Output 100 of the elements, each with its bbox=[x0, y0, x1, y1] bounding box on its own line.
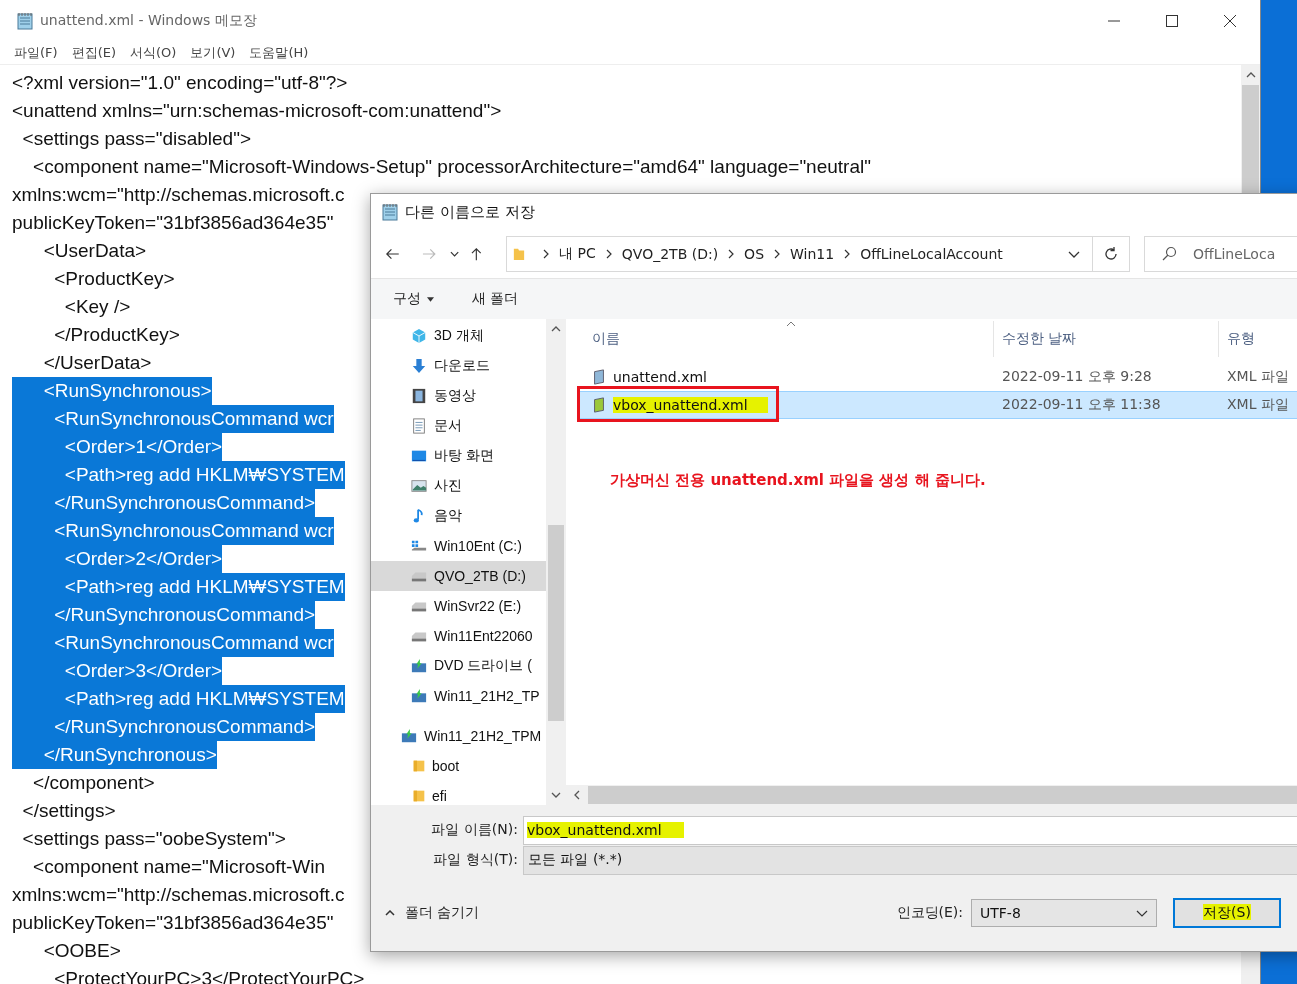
refresh-button[interactable] bbox=[1093, 236, 1130, 272]
nav-item[interactable]: 3D 개체 bbox=[371, 321, 546, 351]
folder-icon bbox=[413, 758, 425, 774]
code-line: publicKeyToken="31bf3856ad364e35" bbox=[11, 211, 334, 235]
field-label: 인코딩(E): bbox=[896, 904, 963, 922]
address-bar[interactable]: 내 PC QVO_2TB (D:) OS Win11 OffLineLocalAccount bbox=[506, 236, 1094, 272]
code-line: </UserData> bbox=[42, 351, 152, 375]
save-button[interactable]: 저장(S) bbox=[1173, 898, 1281, 928]
maximize-icon[interactable] bbox=[1166, 15, 1178, 27]
file-type-dropdown[interactable]: 모든 파일 (*.*) bbox=[523, 845, 1297, 875]
scrollbar-thumb[interactable] bbox=[548, 525, 564, 721]
objects3d-icon bbox=[411, 328, 427, 344]
field-label: 파일 형식(T): bbox=[432, 851, 519, 869]
menu-item[interactable]: 보기(V) bbox=[190, 44, 236, 62]
breadcrumb[interactable]: 내 PC bbox=[559, 245, 596, 263]
dvd-icon bbox=[401, 728, 417, 744]
code-line: <ProductKey> bbox=[53, 267, 175, 291]
chevron-icon bbox=[774, 249, 780, 259]
nav-item[interactable]: 동영상 bbox=[371, 381, 546, 411]
close-icon[interactable] bbox=[1224, 15, 1236, 27]
nav-item[interactable]: Win10Ent (C:) bbox=[371, 531, 546, 561]
new-folder-button[interactable]: 새 폴더 bbox=[472, 290, 519, 308]
vertical-scrollbar[interactable] bbox=[546, 319, 566, 805]
nav-item[interactable]: Win11Ent22060 bbox=[371, 621, 546, 651]
column-header[interactable]: 이름 bbox=[566, 321, 994, 357]
code-line: </ProductKey> bbox=[53, 323, 180, 347]
scroll-left-icon[interactable] bbox=[574, 790, 580, 800]
pictures-icon bbox=[411, 478, 427, 494]
organize-menu[interactable]: 구성 bbox=[393, 290, 421, 308]
download-icon bbox=[411, 358, 427, 374]
column-header[interactable]: 수정한 날짜 bbox=[994, 321, 1219, 357]
menu-item[interactable]: 서식(O) bbox=[130, 44, 177, 62]
nav-item[interactable]: 바탕 화면 bbox=[371, 441, 546, 471]
code-line: <OOBE> bbox=[42, 939, 121, 963]
back-icon[interactable] bbox=[385, 247, 400, 261]
nav-item[interactable]: QVO_2TB (D:) bbox=[371, 561, 546, 591]
caret-icon[interactable] bbox=[450, 251, 460, 257]
dropdown-caret-icon bbox=[1136, 909, 1148, 917]
chevron-icon bbox=[543, 249, 550, 259]
file-name: unattend.xml bbox=[613, 369, 708, 385]
chevron-icon bbox=[844, 249, 851, 259]
dropdown-caret-icon[interactable] bbox=[1068, 250, 1081, 258]
dvd-icon bbox=[411, 658, 427, 674]
nav-item[interactable]: WinSvr22 (E:) bbox=[371, 591, 546, 621]
code-line: <?xml version="1.0" encoding="utf-8"?> bbox=[11, 71, 348, 95]
breadcrumb[interactable]: QVO_2TB (D:) bbox=[621, 246, 719, 262]
scroll-up-icon[interactable] bbox=[551, 326, 561, 332]
search-input[interactable]: OffLineLoca bbox=[1190, 245, 1297, 263]
menu-item[interactable]: 편집(E) bbox=[71, 44, 116, 62]
modified-date: 2022-09-11 오후 9:28 bbox=[1002, 368, 1152, 386]
nav-item[interactable]: 사진 bbox=[371, 471, 546, 501]
folder-icon bbox=[413, 788, 425, 804]
notepad-icon bbox=[16, 12, 34, 30]
sort-caret-icon bbox=[786, 321, 796, 327]
file-type: XML 파일 bbox=[1227, 396, 1289, 414]
breadcrumb[interactable]: Win11 bbox=[790, 246, 835, 262]
nav-item[interactable]: 문서 bbox=[371, 411, 546, 441]
code-line: xmlns:wcm="http://schemas.microsoft.c bbox=[11, 883, 345, 907]
search-field[interactable]: OffLineLoca bbox=[1143, 236, 1297, 272]
window-title: unattend.xml - Windows 메모장 bbox=[40, 12, 257, 30]
caret-icon[interactable] bbox=[427, 296, 434, 302]
file-type: XML 파일 bbox=[1227, 368, 1289, 386]
menu-item[interactable]: 파일(F) bbox=[14, 44, 58, 62]
forward-icon bbox=[421, 247, 437, 261]
code-line: <Key /> bbox=[63, 295, 131, 319]
field-value: vbox_unattend.xml bbox=[527, 822, 684, 838]
dvd-icon bbox=[411, 688, 427, 704]
file-name: vbox_unattend.xml bbox=[613, 397, 768, 413]
code-line: <settings pass="disabled"> bbox=[21, 127, 251, 151]
document-icon bbox=[411, 418, 427, 434]
file-icon bbox=[591, 397, 607, 413]
code-line: xmlns:wcm="http://schemas.microsoft.c bbox=[11, 183, 345, 207]
dialog-title: 다른 이름으로 저장 bbox=[405, 202, 535, 222]
refresh-icon bbox=[1103, 246, 1120, 262]
code-line: <component name="Microsoft-Win bbox=[32, 855, 325, 879]
nav-item[interactable]: efi bbox=[371, 781, 546, 805]
scroll-down-icon[interactable] bbox=[551, 792, 561, 798]
breadcrumb[interactable]: OffLineLocalAccount bbox=[860, 246, 1003, 262]
nav-item[interactable]: 다운로드 bbox=[371, 351, 546, 381]
menu-item[interactable]: 도움말(H) bbox=[249, 44, 309, 62]
code-line: <UserData> bbox=[42, 239, 147, 263]
code-line: </component> bbox=[32, 771, 155, 795]
nav-item[interactable]: 음악 bbox=[371, 501, 546, 531]
code-line: <component name="Microsoft-Windows-Setup" processorArchitecture="amd64" language="neutral" bbox=[32, 155, 871, 179]
nav-item[interactable]: boot bbox=[371, 751, 546, 781]
notepad-icon bbox=[381, 203, 399, 221]
nav-item[interactable]: DVD 드라이브 ( bbox=[371, 651, 546, 681]
nav-item[interactable]: Win11_21H2_TP bbox=[371, 681, 546, 711]
hide-folders-button[interactable]: 폴더 숨기기 bbox=[385, 904, 480, 922]
scrollbar-thumb[interactable] bbox=[1242, 85, 1259, 195]
annotation-text: 가상머신 전용 unattend.xml 파일을 생성 해 줍니다. bbox=[610, 471, 987, 490]
filename-field[interactable]: vbox_unattend.xml bbox=[523, 815, 1297, 845]
breadcrumb[interactable]: OS bbox=[744, 246, 764, 262]
scroll-up-icon[interactable] bbox=[1245, 72, 1256, 78]
chevron-icon bbox=[728, 249, 735, 259]
encoding-dropdown[interactable]: UTF-8 bbox=[971, 899, 1157, 927]
nav-item[interactable]: Win11_21H2_TPM bbox=[371, 721, 546, 751]
file-row[interactable]: unattend.xml 2022-09-11 오후 9:28 XML 파일 bbox=[578, 363, 1297, 391]
file-icon bbox=[591, 369, 607, 385]
column-header[interactable]: 유형 bbox=[1219, 321, 1297, 357]
